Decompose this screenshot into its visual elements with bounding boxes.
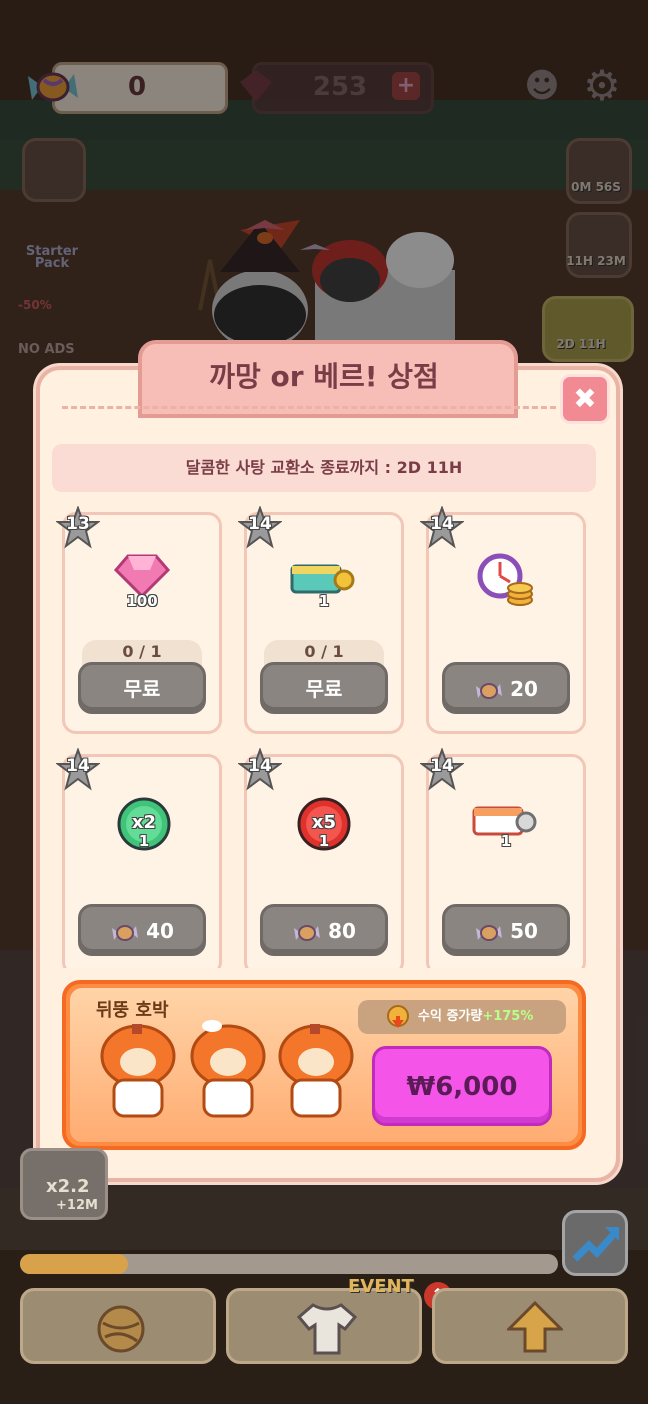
item-quantity: 1: [500, 832, 512, 850]
free-claim-button[interactable]: 무료: [78, 662, 206, 714]
boost-multiplier-label: x5: [311, 812, 337, 833]
pumpkin-cats-illustration: [100, 1020, 354, 1118]
up-arrow-icon: [507, 1300, 563, 1353]
item-quantity: 100: [126, 592, 158, 610]
purchase-price-button[interactable]: ₩6,000: [372, 1046, 552, 1126]
yarn-ball-icon: [97, 1305, 145, 1353]
level-number: 14: [430, 514, 454, 534]
candy-price-button[interactable]: 80: [260, 904, 388, 956]
shop-title: 까망 or 베르! 상점: [209, 360, 439, 393]
yarn-button[interactable]: [20, 1288, 216, 1364]
level-star-badge: 14: [238, 506, 282, 550]
trend-up-icon: [572, 1227, 619, 1262]
purchase-limit: 0 / 1: [304, 642, 344, 661]
close-button[interactable]: ✖: [560, 374, 610, 424]
level-number: 14: [248, 514, 272, 534]
boost-multiplier-label: x2: [131, 812, 157, 833]
candy-price-button[interactable]: 20: [442, 662, 570, 714]
price-value: 20: [510, 677, 538, 701]
candy-icon: [476, 924, 503, 941]
item-quantity: 1: [318, 592, 330, 610]
clock-coins-icon: [477, 553, 533, 606]
price-value: 80: [328, 919, 356, 943]
candy-price-button[interactable]: 50: [442, 904, 570, 956]
candy-icon: [112, 924, 139, 941]
item-quantity: 1: [318, 832, 330, 850]
event-label: EVENT: [348, 1276, 414, 1297]
candy-icon: [294, 924, 321, 941]
bonus-label-text: 수익 증가량: [418, 1009, 483, 1024]
level-number: 14: [430, 756, 454, 776]
price-value: 50: [510, 919, 538, 943]
candy-price-button[interactable]: 40: [78, 904, 206, 956]
bonus-value: +175%: [482, 1009, 534, 1024]
level-star-badge: 14: [420, 506, 464, 550]
scroll-cutoff: [40, 968, 608, 976]
free-claim-button[interactable]: 무료: [260, 662, 388, 714]
income-bonus-label: 수익 증가량+175%: [418, 1000, 533, 1034]
shirt-icon: [297, 1303, 357, 1355]
level-star-badge: 13: [56, 506, 100, 550]
title-divider: [62, 406, 556, 409]
level-number: 14: [66, 756, 90, 776]
countdown-text: 달콤한 사탕 교환소 종료까지 : 2D 11H: [185, 458, 463, 477]
level-progress-fill: [20, 1254, 128, 1274]
costume-button[interactable]: [226, 1288, 422, 1364]
price-value: 40: [146, 919, 174, 943]
purchase-limit: 0 / 1: [122, 642, 162, 661]
upgrade-arrow-button[interactable]: [562, 1210, 628, 1276]
level-number: 13: [66, 514, 90, 534]
boost-time: +12M: [56, 1198, 98, 1213]
candy-icon: [476, 682, 503, 699]
item-quantity: 1: [138, 832, 150, 850]
level-star-badge: 14: [238, 748, 282, 792]
boost-multiplier: x2.2: [46, 1176, 90, 1197]
level-number: 14: [248, 756, 272, 776]
level-star-badge: 14: [56, 748, 100, 792]
level-star-badge: 14: [420, 748, 464, 792]
coin-up-icon: [387, 1005, 409, 1028]
upgrade-button[interactable]: [432, 1288, 628, 1364]
